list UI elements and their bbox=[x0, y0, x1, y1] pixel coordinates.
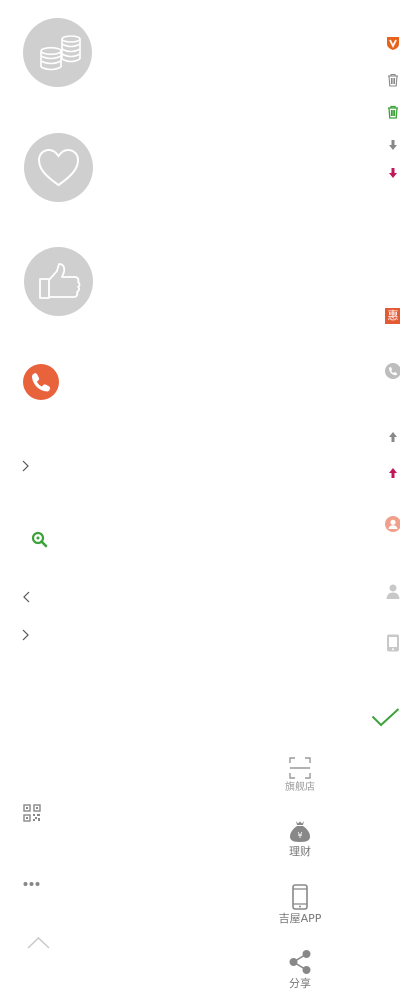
like-button[interactable] bbox=[24, 247, 93, 316]
user-active-button[interactable] bbox=[385, 516, 400, 532]
finance-label: 理财 bbox=[289, 845, 311, 858]
coins-button[interactable] bbox=[23, 18, 92, 87]
app-label: 吉屋APP bbox=[278, 912, 322, 925]
phone-gray-button[interactable] bbox=[385, 363, 400, 379]
svg-text:¥: ¥ bbox=[297, 831, 302, 840]
arrow-up-red-icon bbox=[389, 468, 397, 478]
arrow-up-icon bbox=[389, 432, 397, 442]
check-icon bbox=[371, 708, 400, 727]
share-label: 分享 bbox=[289, 977, 311, 990]
mobile-button[interactable] bbox=[385, 634, 400, 652]
sort-down-active-button[interactable] bbox=[385, 165, 400, 181]
sort-up-button[interactable] bbox=[385, 429, 400, 445]
trash-green-icon bbox=[388, 105, 398, 119]
search-icon[interactable] bbox=[31, 531, 48, 548]
call-button[interactable] bbox=[23, 364, 59, 400]
delete-green-button[interactable] bbox=[385, 104, 400, 120]
sort-down-button[interactable] bbox=[385, 137, 400, 153]
mobile-icon bbox=[292, 884, 308, 910]
qr-code-icon[interactable] bbox=[23, 804, 41, 822]
sort-up-active-button[interactable] bbox=[385, 465, 400, 481]
user-orange-icon bbox=[385, 516, 400, 532]
favorite-button[interactable] bbox=[24, 133, 93, 202]
share-icon bbox=[289, 950, 311, 974]
mobile-gray-icon bbox=[387, 634, 399, 652]
user-button[interactable] bbox=[385, 583, 400, 599]
heart-icon bbox=[37, 148, 80, 187]
arrow-down-icon bbox=[389, 140, 397, 150]
vip-badge-icon bbox=[387, 37, 399, 50]
flagship-store-label: 旗舰店 bbox=[285, 782, 315, 793]
chevron-up-icon[interactable] bbox=[27, 936, 50, 949]
share-tool[interactable]: 分享 bbox=[270, 949, 330, 991]
delete-button[interactable] bbox=[385, 72, 400, 88]
phone-gray-icon bbox=[385, 363, 400, 379]
discount-badge: 惠 bbox=[385, 308, 400, 324]
trash-icon bbox=[388, 73, 398, 87]
phone-icon bbox=[32, 373, 51, 392]
thumbs-up-icon bbox=[39, 263, 81, 299]
app-tool[interactable]: 吉屋APP bbox=[270, 884, 330, 926]
chevron-left-icon[interactable] bbox=[21, 591, 31, 603]
arrow-down-red-icon bbox=[389, 168, 397, 178]
flagship-store-tool[interactable]: 旗舰店 bbox=[270, 757, 330, 795]
scan-icon bbox=[289, 757, 311, 779]
vip-badge bbox=[385, 35, 400, 51]
more-icon[interactable] bbox=[23, 881, 40, 887]
chevron-right-icon[interactable] bbox=[21, 460, 31, 472]
chevron-right-icon[interactable] bbox=[21, 629, 31, 641]
money-bag-icon: ¥ bbox=[290, 821, 310, 842]
finance-tool[interactable]: ¥ 理财 bbox=[270, 819, 330, 859]
coins-icon bbox=[40, 35, 81, 71]
user-gray-icon bbox=[386, 584, 400, 599]
